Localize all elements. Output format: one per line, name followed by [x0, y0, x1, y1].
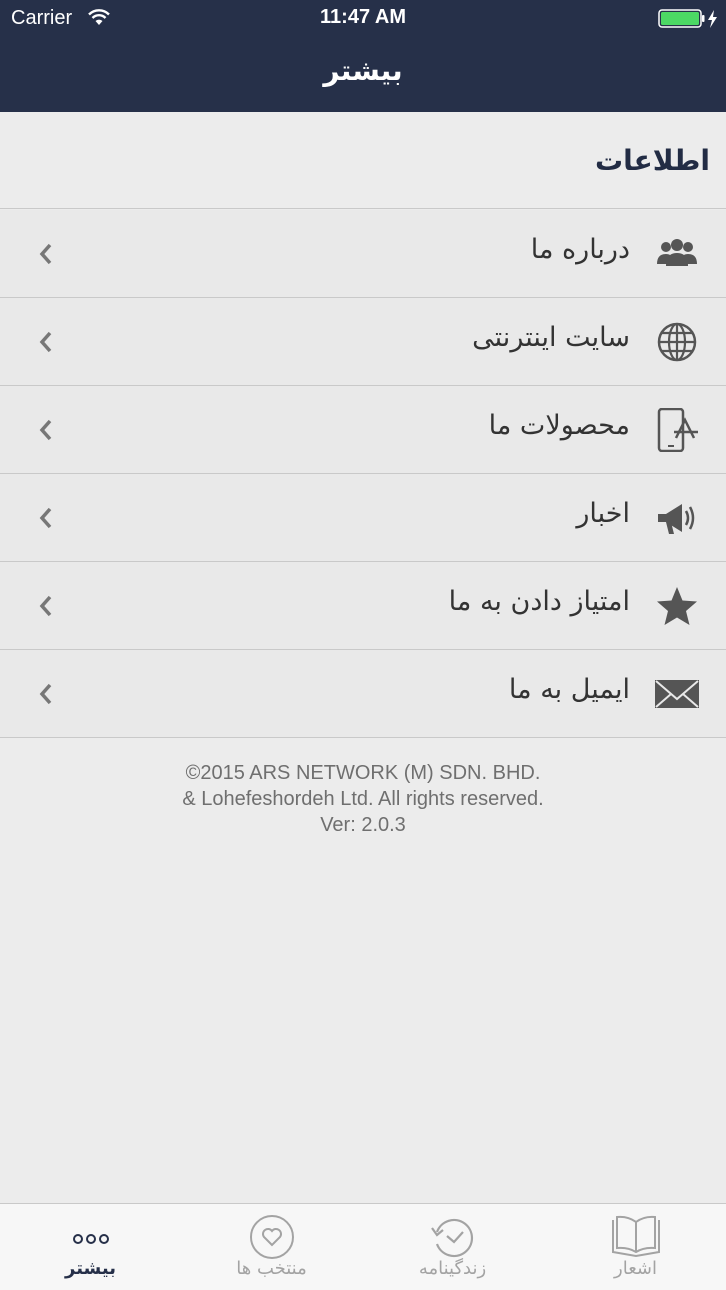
top-bar: Carrier 11:47 AM بیشتر	[0, 0, 726, 112]
megaphone-icon	[658, 504, 695, 534]
tab-biography[interactable]: زندگینامه	[362, 1204, 543, 1290]
star-icon	[657, 587, 697, 625]
tab-label: اشعار	[614, 1258, 657, 1279]
row-label: ایمیل به ما	[508, 674, 630, 705]
globe-icon	[657, 322, 697, 362]
chevron-left-icon	[39, 683, 52, 705]
screen: Carrier 11:47 AM بیشتر اطلاعات درباره ما…	[0, 0, 726, 1290]
section-header: اطلاعات	[0, 112, 726, 209]
battery-icon	[658, 9, 717, 28]
row-label: سایت اینترنتی	[472, 322, 630, 353]
chevron-left-icon	[39, 419, 52, 441]
chevron-left-icon	[39, 507, 52, 529]
tab-poems[interactable]: اشعار	[545, 1204, 726, 1290]
copyright-line: ©2015 ARS NETWORK (M) SDN. BHD.	[185, 762, 541, 784]
status-time: 11:47 AM	[320, 6, 406, 28]
chevron-left-icon	[39, 243, 52, 265]
copyright-footer: ©2015 ARS NETWORK (M) SDN. BHD. & Lohefe…	[0, 760, 726, 838]
tab-favorites[interactable]: منتخب ها	[181, 1204, 362, 1290]
row-rate-us[interactable]: امتیاز دادن به ما	[0, 562, 726, 650]
book-icon	[611, 1215, 660, 1258]
row-our-products[interactable]: محصولات ما	[0, 386, 726, 474]
tab-label: منتخب ها	[236, 1258, 307, 1279]
envelope-icon	[655, 680, 699, 708]
heart-icon	[249, 1215, 294, 1259]
tab-label: بیشتر	[65, 1258, 116, 1279]
row-label: اخبار	[576, 498, 630, 529]
info-list: درباره ما سایت اینترنتی محصولات ما اخبار…	[0, 210, 726, 738]
row-about-us[interactable]: درباره ما	[0, 210, 726, 298]
row-label: محصولات ما	[488, 410, 630, 441]
chevron-left-icon	[39, 331, 52, 353]
nav-title: بیشتر	[323, 54, 403, 87]
row-website[interactable]: سایت اینترنتی	[0, 298, 726, 386]
section-title: اطلاعات	[594, 144, 710, 177]
more-dots-icon	[72, 1234, 109, 1244]
copyright-line: & Lohefeshordeh Ltd. All rights reserved…	[182, 788, 544, 810]
row-label: درباره ما	[530, 234, 630, 265]
status-bar: Carrier 11:47 AM	[0, 0, 726, 38]
tab-label: زندگینامه	[418, 1258, 487, 1279]
tab-bar: بیشتر منتخب ها زندگینامه اشعار	[0, 1203, 726, 1290]
chevron-left-icon	[39, 595, 52, 617]
tab-more[interactable]: بیشتر	[0, 1204, 181, 1290]
history-icon	[430, 1218, 473, 1258]
group-icon	[657, 239, 697, 266]
row-email-us[interactable]: ایمیل به ما	[0, 650, 726, 738]
row-label: امتیاز دادن به ما	[448, 586, 630, 617]
row-news[interactable]: اخبار	[0, 474, 726, 562]
version-label: Ver: 2.0.3	[320, 814, 406, 836]
app-store-icon	[657, 408, 698, 452]
